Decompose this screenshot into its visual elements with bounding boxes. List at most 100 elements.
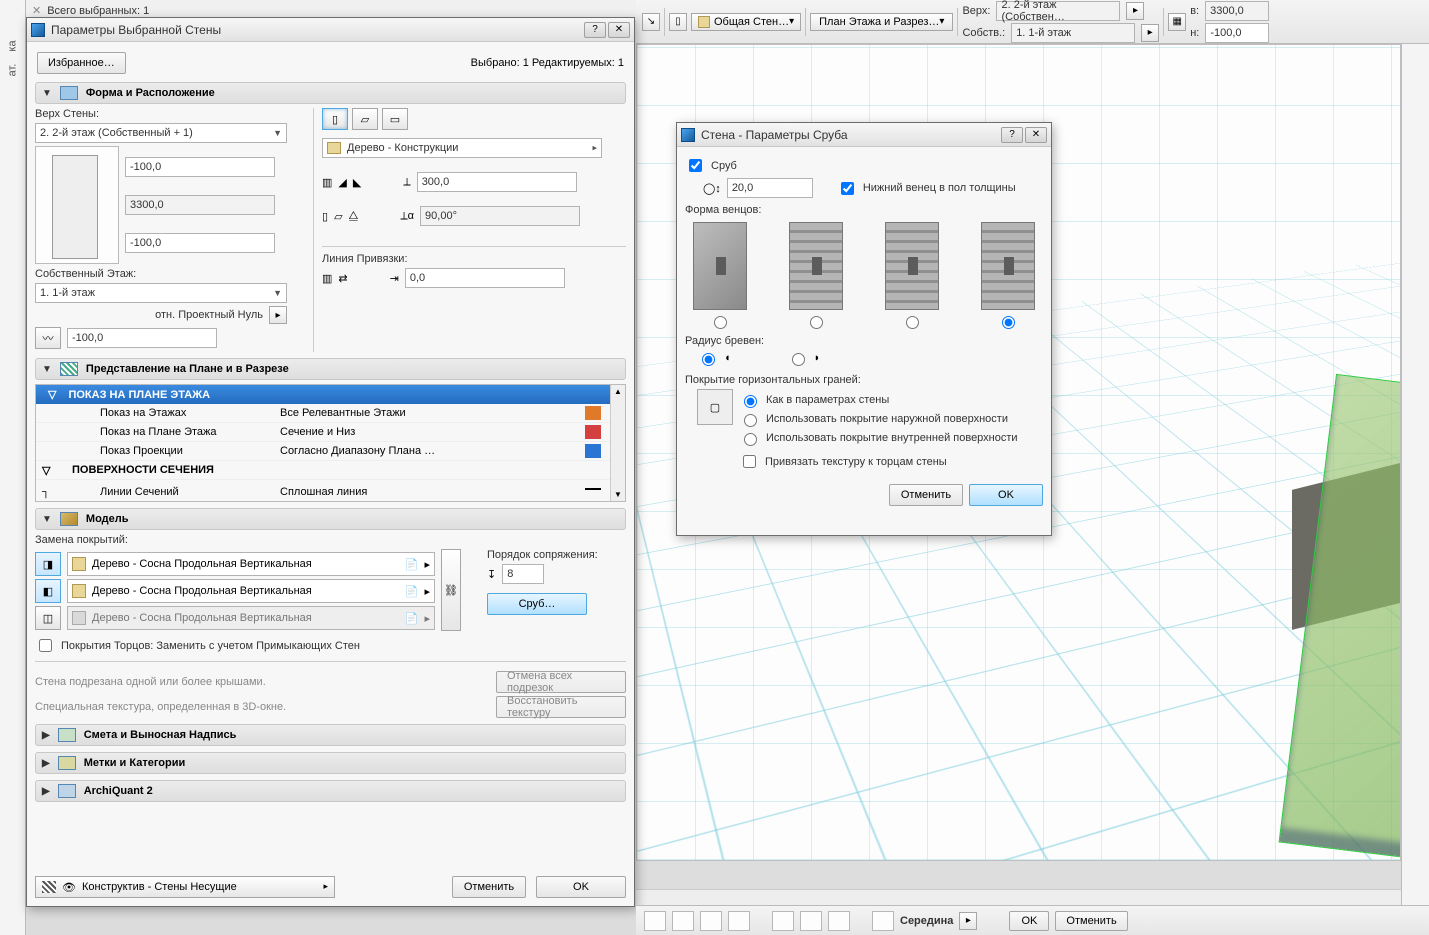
status-ok-button[interactable]: OK — [1009, 911, 1049, 931]
table-row[interactable]: Показ на Плане ЭтажаСечение и Низ — [36, 423, 625, 442]
section-tags[interactable]: Метки и Категории — [35, 752, 626, 774]
thickness-input[interactable]: 300,0 — [417, 172, 577, 192]
texture-note: Специальная текстура, определенная в 3D-… — [35, 701, 490, 713]
geom-straight-icon[interactable]: ▯ — [322, 108, 348, 130]
project-zero-play-icon[interactable]: ▸ — [269, 306, 287, 324]
home-link-value[interactable]: 1. 1-й этаж — [1011, 23, 1135, 43]
bottom-offset-input[interactable]: -100,0 — [125, 233, 275, 253]
status-tool-2[interactable] — [672, 911, 694, 931]
layer-select[interactable]: 👁 Конструктив - Стены Несущие▸ — [35, 876, 335, 898]
face-opt1-radio[interactable] — [744, 395, 757, 408]
table-scrollbar[interactable] — [610, 385, 625, 501]
status-tool-7[interactable] — [828, 911, 850, 931]
profile-rect-icon[interactable]: ▯ — [322, 210, 328, 223]
status-tool-1[interactable] — [644, 911, 666, 931]
surfaces-link-chain[interactable]: ⛓ — [441, 549, 461, 631]
log-shape-4-radio[interactable] — [1002, 316, 1015, 329]
height-input[interactable]: 3300,0 — [125, 195, 275, 215]
table-row[interactable]: ┐Линии СеченийСплошная линия — [36, 480, 625, 502]
struct-basic-icon[interactable]: ▥ — [322, 176, 332, 189]
face-opt3-radio[interactable] — [744, 433, 757, 446]
mode-icon-1[interactable]: ↘ — [642, 13, 660, 31]
log-shape-3-radio[interactable] — [906, 316, 919, 329]
align-texture-checkbox[interactable] — [743, 455, 756, 468]
radius-left-radio[interactable] — [702, 353, 715, 366]
help-button[interactable]: ? — [584, 22, 606, 38]
section-schedule[interactable]: Смета и Выносная Надпись — [35, 724, 626, 746]
surface-outer-select[interactable]: Дерево - Сосна Продольная Вертикальная📄▸ — [67, 552, 435, 576]
h-value[interactable]: -100,0 — [1205, 23, 1269, 43]
snap-play-icon[interactable]: ▸ — [959, 912, 977, 930]
junction-input[interactable]: 8 — [502, 564, 544, 584]
wall-type-dropdown[interactable]: Общая Стен… ▾ — [691, 13, 801, 31]
log-cancel-button[interactable]: Отменить — [889, 484, 963, 506]
viewport-hscroll[interactable] — [636, 889, 1401, 905]
ends-override-checkbox[interactable] — [39, 639, 52, 652]
dim-icon[interactable]: ▦ — [1168, 13, 1186, 31]
section-geometry-label: Форма и Расположение — [86, 87, 215, 99]
view-dropdown[interactable]: План Этажа и Разрез… ▾ — [810, 13, 953, 31]
override-outer-toggle[interactable]: ◨ — [35, 552, 61, 576]
surface-edge-select[interactable]: Дерево - Сосна Продольная Вертикальная📄▸ — [67, 579, 435, 603]
close-button[interactable]: ✕ — [608, 22, 630, 38]
log-ok-button[interactable]: OK — [969, 484, 1043, 506]
surface-inner-select[interactable]: Дерево - Сосна Продольная Вертикальная📄▸ — [67, 606, 435, 630]
log-shape-4 — [981, 222, 1035, 310]
refline-offset-input[interactable]: 0,0 — [405, 268, 565, 288]
left-stub-2: ат. — [6, 64, 18, 77]
ok-button[interactable]: OK — [536, 876, 626, 898]
home-story-select[interactable]: 1. 1-й этаж▼ — [35, 283, 287, 303]
status-tool-6[interactable] — [800, 911, 822, 931]
angle-lock-icon[interactable]: ⟂α — [400, 210, 414, 223]
profile-double-icon[interactable]: ⧋ — [349, 210, 359, 223]
status-cancel-button[interactable]: Отменить — [1055, 911, 1127, 931]
radius-right-radio[interactable] — [792, 353, 805, 366]
status-tool-8[interactable] — [872, 911, 894, 931]
table-header-floorplan[interactable]: ▽ПОКАЗ НА ПЛАНЕ ЭТАЖА — [36, 385, 625, 404]
status-tool-4[interactable] — [728, 911, 750, 931]
cancel-button[interactable]: Отменить — [452, 876, 526, 898]
top-offset-input[interactable]: -100,0 — [125, 157, 275, 177]
top-link-story-select[interactable]: 2. 2-й этаж (Собственный + 1)▼ — [35, 123, 287, 143]
wall-profile-icon[interactable]: ▯ — [669, 13, 687, 31]
refline-flip-icon[interactable]: ⇄ — [338, 272, 347, 285]
face-opt2-radio[interactable] — [744, 414, 757, 427]
status-tool-3[interactable] — [700, 911, 722, 931]
favorites-button[interactable]: Избранное… — [37, 52, 126, 74]
half-first-checkbox[interactable] — [841, 182, 854, 195]
top-link-value[interactable]: 2. 2-й этаж (Собствен… — [996, 1, 1120, 21]
home-link-play-icon[interactable]: ▸ — [1141, 24, 1159, 42]
override-inner-toggle[interactable]: ◫ — [35, 606, 61, 630]
log-shape-1-radio[interactable] — [714, 316, 727, 329]
table-row[interactable]: Показ ПроекцииСогласно Диапазону Плана … — [36, 442, 625, 461]
top-link-play-icon[interactable]: ▸ — [1126, 2, 1144, 20]
restore-texture-button[interactable]: Восстановить текстуру — [496, 696, 626, 718]
undo-trim-button[interactable]: Отмена всех подрезок — [496, 671, 626, 693]
override-edge-toggle[interactable]: ◧ — [35, 579, 61, 603]
status-tool-5[interactable] — [772, 911, 794, 931]
profile-slant-icon[interactable]: ▱ — [334, 210, 342, 223]
log-shape-2-radio[interactable] — [810, 316, 823, 329]
geom-trapezoid-icon[interactable]: ▱ — [352, 108, 378, 130]
struct-profile-icon[interactable]: ◣ — [353, 176, 361, 189]
help-button[interactable]: ? — [1001, 127, 1023, 143]
wall-dialog-titlebar[interactable]: Параметры Выбранной Стены ? ✕ — [27, 18, 634, 42]
w-value[interactable]: 3300,0 — [1205, 1, 1269, 21]
close-button[interactable]: ✕ — [1025, 127, 1047, 143]
section-geometry[interactable]: Форма и Расположение — [35, 82, 626, 104]
building-material-select[interactable]: Дерево - Конструкции▸ — [322, 138, 602, 158]
section-model[interactable]: Модель — [35, 508, 626, 530]
table-subheader[interactable]: ▽ПОВЕРХНОСТИ СЕЧЕНИЯ — [36, 461, 625, 480]
log-dialog-titlebar[interactable]: Стена - Параметры Сруба ? ✕ — [677, 123, 1051, 147]
enable-log-checkbox[interactable] — [689, 159, 702, 172]
log-height-input[interactable]: 20,0 — [727, 178, 813, 198]
section-floorplan[interactable]: Представление на Плане и в Разрезе — [35, 358, 626, 380]
table-row[interactable]: Показ на ЭтажахВсе Релевантные Этажи — [36, 404, 625, 423]
geom-poly-icon[interactable]: ▭ — [382, 108, 408, 130]
log-details-button[interactable]: Сруб… — [487, 593, 587, 615]
project-zero-input[interactable]: -100,0 — [67, 328, 217, 348]
section-archiquant[interactable]: ArchiQuant 2 — [35, 780, 626, 802]
struct-composite-icon[interactable]: ◢ — [338, 176, 346, 189]
tab-close-icon[interactable]: ✕ — [32, 4, 41, 17]
refline-side-icon[interactable]: ▥ — [322, 272, 332, 285]
